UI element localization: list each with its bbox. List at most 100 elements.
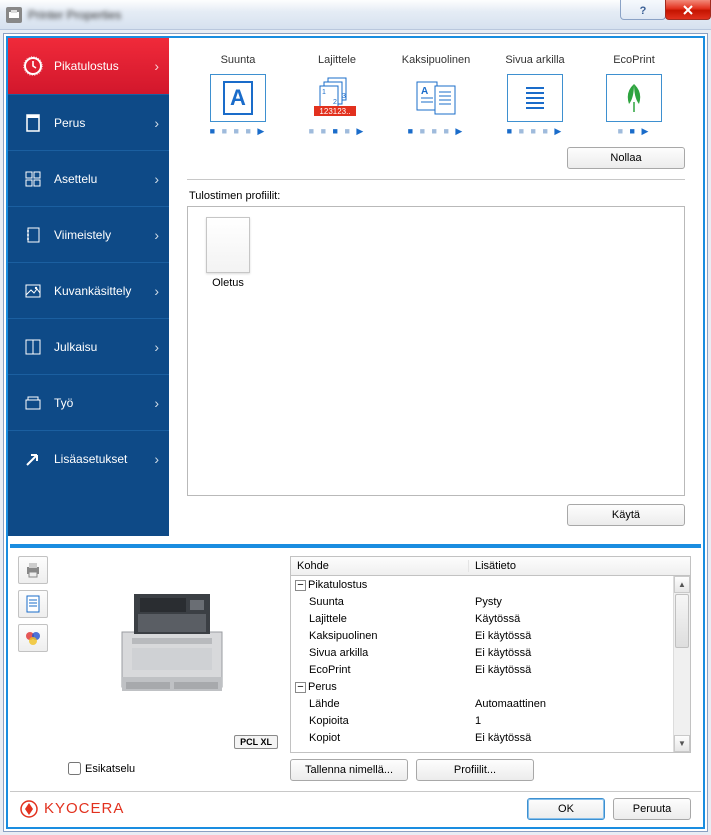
- printer-preview: PCL XL Esikatselu: [62, 556, 282, 781]
- settings-panel: Kohde Lisätieto −Pikatulostus SuuntaPyst…: [290, 556, 691, 781]
- column-key: Kohde: [291, 560, 469, 572]
- arrow-up-right-icon: [22, 448, 44, 470]
- svg-text:A: A: [421, 86, 428, 97]
- tool-color-icon[interactable]: [18, 624, 48, 652]
- chevron-right-icon: ›: [154, 171, 159, 187]
- quick-option-ecoprint[interactable]: EcoPrint ■ ■ ▶: [589, 54, 679, 137]
- group-name: Perus: [308, 681, 337, 693]
- scrollbar[interactable]: ▲ ▼: [673, 576, 690, 752]
- chevron-right-icon: ›: [154, 451, 159, 467]
- printer-image: [102, 582, 242, 712]
- settings-body[interactable]: −Pikatulostus SuuntaPysty LajitteleKäytö…: [290, 576, 691, 753]
- setting-value: Käytössä: [469, 613, 520, 625]
- svg-text:1: 1: [322, 89, 326, 96]
- svg-text:123123..: 123123..: [319, 107, 350, 116]
- help-button[interactable]: ?: [620, 0, 666, 20]
- setting-key: Suunta: [291, 596, 469, 608]
- sidebar-item-label: Asettelu: [54, 172, 97, 186]
- scroll-down-icon[interactable]: ▼: [674, 735, 690, 752]
- profiles-button[interactable]: Profiilit...: [416, 759, 534, 781]
- save-as-button[interactable]: Tallenna nimellä...: [290, 759, 408, 781]
- brand-logo-icon: [20, 800, 38, 818]
- apply-button[interactable]: Käytä: [567, 504, 685, 526]
- setting-key: Kaksipuolinen: [291, 630, 469, 642]
- profile-thumbnail: [206, 217, 250, 273]
- setting-value: 1: [469, 715, 481, 727]
- setting-key: Kopioita: [291, 715, 469, 727]
- svg-text:2: 2: [333, 99, 337, 106]
- group-name: Pikatulostus: [308, 579, 367, 591]
- setting-key: Lajittele: [291, 613, 469, 625]
- footer: KYOCERA OK Peruuta: [10, 791, 701, 825]
- cancel-button[interactable]: Peruuta: [613, 798, 691, 820]
- setting-key: EcoPrint: [291, 664, 469, 676]
- sidebar-item-pikatulostus[interactable]: Pikatulostus ›: [8, 38, 169, 94]
- chevron-right-icon: ›: [154, 227, 159, 243]
- app-icon: [6, 7, 22, 23]
- reset-button[interactable]: Nollaa: [567, 147, 685, 169]
- setting-value: Pysty: [469, 596, 502, 608]
- binder-icon: [22, 224, 44, 246]
- sidebar-item-perus[interactable]: Perus ›: [8, 94, 169, 150]
- sidebar-item-tyo[interactable]: Työ ›: [8, 374, 169, 430]
- quick-label: Suunta: [193, 54, 283, 66]
- quick-option-kaksipuolinen[interactable]: Kaksipuolinen A ■ ■ ■ ■ ▶: [391, 54, 481, 137]
- preview-checkbox-input[interactable]: [68, 762, 81, 775]
- svg-text:3: 3: [342, 93, 346, 100]
- sidebar-item-viimeistely[interactable]: Viimeistely ›: [8, 206, 169, 262]
- quick-label: Kaksipuolinen: [391, 54, 481, 66]
- pager-dots: ■ ■ ▶: [589, 126, 679, 137]
- preview-checkbox[interactable]: Esikatselu: [68, 762, 135, 775]
- tool-printer-icon[interactable]: [18, 556, 48, 584]
- chevron-right-icon: ›: [154, 339, 159, 355]
- sidebar-item-asettelu[interactable]: Asettelu ›: [8, 150, 169, 206]
- profile-name: Oletus: [198, 277, 258, 289]
- setting-value: Ei käytössä: [469, 647, 531, 659]
- pager-dots: ■ ■ ■ ■ ▶: [193, 126, 283, 137]
- separator: [187, 179, 685, 180]
- setting-key: Kopiot: [291, 732, 469, 744]
- sidebar-item-label: Pikatulostus: [54, 59, 119, 73]
- profiles-box: Oletus: [187, 206, 685, 496]
- setting-key: Sivua arkilla: [291, 647, 469, 659]
- sidebar-item-julkaisu[interactable]: Julkaisu ›: [8, 318, 169, 374]
- scroll-thumb[interactable]: [675, 594, 689, 648]
- sidebar-item-label: Julkaisu: [54, 340, 97, 354]
- tool-page-icon[interactable]: [18, 590, 48, 618]
- sidebar-item-kuvankasittely[interactable]: Kuvankäsittely ›: [8, 262, 169, 318]
- setting-value: Ei käytössä: [469, 664, 531, 676]
- setting-value: Automaattinen: [469, 698, 546, 710]
- quick-label: EcoPrint: [589, 54, 679, 66]
- setting-value: Ei käytössä: [469, 732, 531, 744]
- quick-option-sivua-arkilla[interactable]: Sivua arkilla ■ ■ ■ ■ ▶: [490, 54, 580, 137]
- sidebar-item-label: Työ: [54, 396, 73, 410]
- svg-text:?: ?: [640, 5, 647, 16]
- ok-button[interactable]: OK: [527, 798, 605, 820]
- book-icon: [22, 336, 44, 358]
- sidebar-item-label: Lisäasetukset: [54, 452, 127, 466]
- quick-option-suunta[interactable]: Suunta A ■ ■ ■ ■ ▶: [193, 54, 283, 137]
- quick-option-lajittele[interactable]: Lajittele 123123123.. ■ ■ ■ ■ ▶: [292, 54, 382, 137]
- sidebar-item-lisaasetukset[interactable]: Lisäasetukset ›: [8, 430, 169, 486]
- sidebar: Pikatulostus › Perus › Asettelu ›: [8, 38, 169, 536]
- sidebar-item-label: Perus: [54, 116, 85, 130]
- window-title: Printer Properties: [28, 8, 121, 22]
- pager-dots: ■ ■ ■ ■ ▶: [292, 126, 382, 137]
- close-button[interactable]: [665, 0, 711, 20]
- sidebar-item-label: Viimeistely: [54, 228, 111, 242]
- chevron-right-icon: ›: [154, 115, 159, 131]
- titlebar: Printer Properties ?: [0, 0, 711, 30]
- column-value: Lisätieto: [469, 560, 522, 572]
- scroll-up-icon[interactable]: ▲: [674, 576, 690, 593]
- clock-icon: [22, 55, 44, 77]
- chevron-right-icon: ›: [154, 58, 159, 74]
- chevron-right-icon: ›: [154, 395, 159, 411]
- grid-icon: [22, 168, 44, 190]
- page-icon: [22, 112, 44, 134]
- job-icon: [22, 392, 44, 414]
- preview-toolbar: [18, 556, 54, 781]
- setting-value: Ei käytössä: [469, 630, 531, 642]
- profile-oletus[interactable]: Oletus: [198, 217, 258, 289]
- pager-dots: ■ ■ ■ ■ ▶: [490, 126, 580, 137]
- pager-dots: ■ ■ ■ ■ ▶: [391, 126, 481, 137]
